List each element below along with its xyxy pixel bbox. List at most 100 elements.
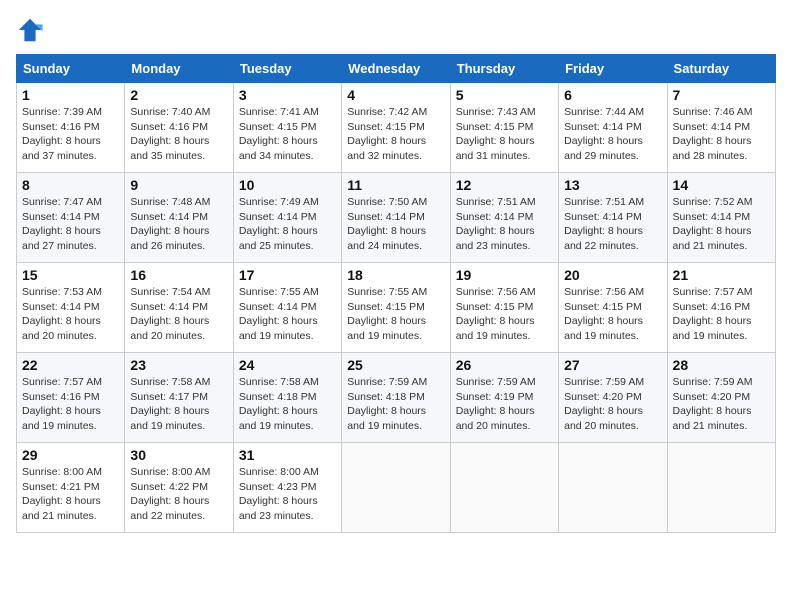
day-info: Sunrise: 7:46 AMSunset: 4:14 PMDaylight:… [673,105,770,164]
calendar-cell: 26 Sunrise: 7:59 AMSunset: 4:19 PMDayligh… [450,353,558,443]
day-number: 6 [564,87,661,103]
day-number: 13 [564,177,661,193]
day-number: 21 [673,267,770,283]
day-info: Sunrise: 7:54 AMSunset: 4:14 PMDaylight:… [130,285,227,344]
day-info: Sunrise: 8:00 AMSunset: 4:22 PMDaylight:… [130,465,227,524]
day-number: 29 [22,447,119,463]
calendar-cell: 31 Sunrise: 8:00 AMSunset: 4:23 PMDayligh… [233,443,341,533]
day-info: Sunrise: 7:52 AMSunset: 4:14 PMDaylight:… [673,195,770,254]
calendar-cell: 6 Sunrise: 7:44 AMSunset: 4:14 PMDaylight… [559,83,667,173]
day-number: 2 [130,87,227,103]
calendar-cell: 29 Sunrise: 8:00 AMSunset: 4:21 PMDayligh… [17,443,125,533]
day-info: Sunrise: 7:59 AMSunset: 4:18 PMDaylight:… [347,375,444,434]
calendar-cell: 21 Sunrise: 7:57 AMSunset: 4:16 PMDayligh… [667,263,775,353]
calendar-week-row: 22 Sunrise: 7:57 AMSunset: 4:16 PMDayligh… [17,353,776,443]
day-info: Sunrise: 8:00 AMSunset: 4:21 PMDaylight:… [22,465,119,524]
day-info: Sunrise: 7:49 AMSunset: 4:14 PMDaylight:… [239,195,336,254]
day-number: 19 [456,267,553,283]
calendar-cell: 12Sunrise: 7:51 AMSunset: 4:14 PMDayligh… [450,173,558,263]
day-info: Sunrise: 8:00 AMSunset: 4:23 PMDaylight:… [239,465,336,524]
day-number: 4 [347,87,444,103]
calendar-cell: 3Sunrise: 7:41 AMSunset: 4:15 PMDaylight… [233,83,341,173]
day-number: 26 [456,357,553,373]
day-number: 12 [456,177,553,193]
calendar-cell: 4Sunrise: 7:42 AMSunset: 4:15 PMDaylight… [342,83,450,173]
calendar-day-header: Sunday [17,55,125,83]
day-number: 18 [347,267,444,283]
day-number: 30 [130,447,227,463]
calendar-cell: 19Sunrise: 7:56 AMSunset: 4:15 PMDayligh… [450,263,558,353]
day-info: Sunrise: 7:58 AMSunset: 4:17 PMDaylight:… [130,375,227,434]
page-header [16,16,776,44]
calendar-cell: 28 Sunrise: 7:59 AMSunset: 4:20 PMDayligh… [667,353,775,443]
calendar-cell: 17 Sunrise: 7:55 AMSunset: 4:14 PMDayligh… [233,263,341,353]
calendar-day-header: Saturday [667,55,775,83]
calendar-cell: 8 Sunrise: 7:47 AMSunset: 4:14 PMDaylight… [17,173,125,263]
calendar-cell: 18 Sunrise: 7:55 AMSunset: 4:15 PMDayligh… [342,263,450,353]
calendar-table: SundayMondayTuesdayWednesdayThursdayFrid… [16,54,776,533]
calendar-week-row: 29 Sunrise: 8:00 AMSunset: 4:21 PMDayligh… [17,443,776,533]
day-number: 17 [239,267,336,283]
calendar-day-header: Friday [559,55,667,83]
calendar-cell: 15Sunrise: 7:53 AMSunset: 4:14 PMDayligh… [17,263,125,353]
day-info: Sunrise: 7:50 AMSunset: 4:14 PMDaylight:… [347,195,444,254]
day-number: 24 [239,357,336,373]
calendar-cell: 25 Sunrise: 7:59 AMSunset: 4:18 PMDayligh… [342,353,450,443]
day-number: 28 [673,357,770,373]
day-info: Sunrise: 7:59 AMSunset: 4:20 PMDaylight:… [673,375,770,434]
calendar-cell [559,443,667,533]
calendar-cell: 7Sunrise: 7:46 AMSunset: 4:14 PMDaylight… [667,83,775,173]
calendar-cell: 27 Sunrise: 7:59 AMSunset: 4:20 PMDayligh… [559,353,667,443]
calendar-cell: 13 Sunrise: 7:51 AMSunset: 4:14 PMDayligh… [559,173,667,263]
calendar-cell: 11 Sunrise: 7:50 AMSunset: 4:14 PMDayligh… [342,173,450,263]
day-number: 14 [673,177,770,193]
day-number: 23 [130,357,227,373]
day-info: Sunrise: 7:48 AMSunset: 4:14 PMDaylight:… [130,195,227,254]
day-number: 20 [564,267,661,283]
day-number: 31 [239,447,336,463]
day-info: Sunrise: 7:55 AMSunset: 4:14 PMDaylight:… [239,285,336,344]
day-number: 27 [564,357,661,373]
day-info: Sunrise: 7:43 AMSunset: 4:15 PMDaylight:… [456,105,553,164]
calendar-cell: 10 Sunrise: 7:49 AMSunset: 4:14 PMDayligh… [233,173,341,263]
calendar-day-header: Tuesday [233,55,341,83]
day-info: Sunrise: 7:58 AMSunset: 4:18 PMDaylight:… [239,375,336,434]
calendar-cell: 24 Sunrise: 7:58 AMSunset: 4:18 PMDayligh… [233,353,341,443]
calendar-week-row: 8 Sunrise: 7:47 AMSunset: 4:14 PMDaylight… [17,173,776,263]
day-info: Sunrise: 7:41 AMSunset: 4:15 PMDaylight:… [239,105,336,164]
day-info: Sunrise: 7:47 AMSunset: 4:14 PMDaylight:… [22,195,119,254]
day-number: 16 [130,267,227,283]
day-info: Sunrise: 7:51 AMSunset: 4:14 PMDaylight:… [564,195,661,254]
calendar-cell: 16 Sunrise: 7:54 AMSunset: 4:14 PMDayligh… [125,263,233,353]
day-number: 11 [347,177,444,193]
day-info: Sunrise: 7:59 AMSunset: 4:19 PMDaylight:… [456,375,553,434]
logo-icon [16,16,44,44]
day-info: Sunrise: 7:57 AMSunset: 4:16 PMDaylight:… [22,375,119,434]
day-number: 25 [347,357,444,373]
calendar-week-row: 15Sunrise: 7:53 AMSunset: 4:14 PMDayligh… [17,263,776,353]
calendar-week-row: 1 Sunrise: 7:39 AMSunset: 4:16 PMDaylight… [17,83,776,173]
day-info: Sunrise: 7:56 AMSunset: 4:15 PMDaylight:… [564,285,661,344]
day-number: 1 [22,87,119,103]
day-number: 5 [456,87,553,103]
day-info: Sunrise: 7:39 AMSunset: 4:16 PMDaylight:… [22,105,119,164]
day-number: 10 [239,177,336,193]
day-info: Sunrise: 7:53 AMSunset: 4:14 PMDaylight:… [22,285,119,344]
calendar-cell: 23 Sunrise: 7:58 AMSunset: 4:17 PMDayligh… [125,353,233,443]
day-info: Sunrise: 7:44 AMSunset: 4:14 PMDaylight:… [564,105,661,164]
calendar-cell: 9Sunrise: 7:48 AMSunset: 4:14 PMDaylight… [125,173,233,263]
day-info: Sunrise: 7:57 AMSunset: 4:16 PMDaylight:… [673,285,770,344]
calendar-cell: 1 Sunrise: 7:39 AMSunset: 4:16 PMDaylight… [17,83,125,173]
calendar-day-header: Monday [125,55,233,83]
calendar-day-header: Thursday [450,55,558,83]
day-info: Sunrise: 7:59 AMSunset: 4:20 PMDaylight:… [564,375,661,434]
day-number: 22 [22,357,119,373]
calendar-day-header: Wednesday [342,55,450,83]
calendar-cell: 2Sunrise: 7:40 AMSunset: 4:16 PMDaylight… [125,83,233,173]
calendar-cell: 20 Sunrise: 7:56 AMSunset: 4:15 PMDayligh… [559,263,667,353]
calendar-cell: 5 Sunrise: 7:43 AMSunset: 4:15 PMDaylight… [450,83,558,173]
day-number: 8 [22,177,119,193]
calendar-cell [342,443,450,533]
calendar-cell: 14 Sunrise: 7:52 AMSunset: 4:14 PMDayligh… [667,173,775,263]
day-info: Sunrise: 7:55 AMSunset: 4:15 PMDaylight:… [347,285,444,344]
